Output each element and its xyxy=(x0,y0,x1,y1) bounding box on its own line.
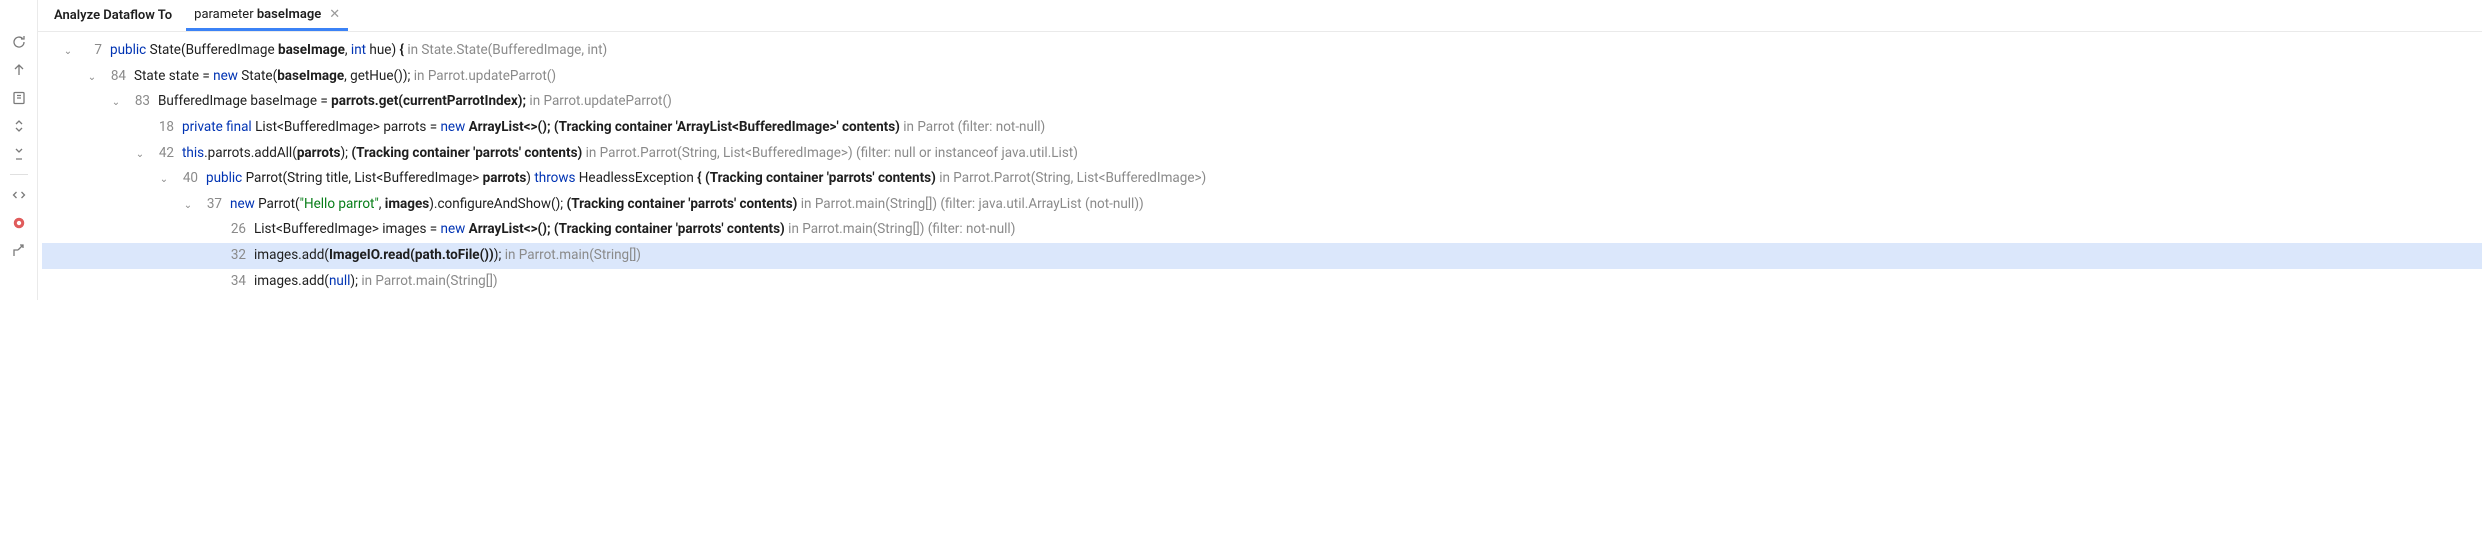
arrow-up-icon[interactable] xyxy=(9,60,29,80)
tab-label: parameter baseImage xyxy=(194,7,321,22)
dataflow-tree: ⌄7public State(BufferedImage baseImage, … xyxy=(38,32,2482,300)
code-line: List<BufferedImage> images = new ArrayLi… xyxy=(254,217,1015,243)
tree-row[interactable]: ⌄42 this.parrots.addAll(parrots); (Tracki… xyxy=(42,141,2482,167)
tree-row[interactable]: ⌄84 State state = new State(baseImage, ge… xyxy=(42,64,2482,90)
line-number: 7 xyxy=(76,38,102,64)
chevron-down-icon[interactable]: ⌄ xyxy=(84,68,100,87)
chevron-down-icon[interactable]: ⌄ xyxy=(180,196,196,215)
tree-row[interactable]: ⌄83 BufferedImage baseImage = parrots.get… xyxy=(42,89,2482,115)
tree-row[interactable]: ⌄32images.add(ImageIO.read(path.toFile()… xyxy=(42,243,2482,269)
tool-sidebar xyxy=(0,0,38,300)
tree-row[interactable]: ⌄37 new Parrot("Hello parrot", images).co… xyxy=(42,192,2482,218)
sidebar-divider xyxy=(10,174,28,175)
line-number: 18 xyxy=(148,115,174,141)
tree-row[interactable]: ⌄7 public State(BufferedImage baseImage, … xyxy=(42,38,2482,64)
export-icon[interactable] xyxy=(9,241,29,261)
tree-row[interactable]: ⌄18private final List<BufferedImage> par… xyxy=(42,115,2482,141)
code-line: BufferedImage baseImage = parrots.get(cu… xyxy=(158,89,672,115)
chevron-down-icon[interactable]: ⌄ xyxy=(132,145,148,164)
tree-row[interactable]: ⌄40 public Parrot(String title, List<Buff… xyxy=(42,166,2482,192)
chevron-down-icon[interactable]: ⌄ xyxy=(108,93,124,112)
code-line: public Parrot(String title, List<Buffere… xyxy=(206,166,1206,192)
chevron-down-icon[interactable]: ⌄ xyxy=(60,42,76,61)
code-line: images.add(null); in Parrot.main(String[… xyxy=(254,269,498,295)
tree-row[interactable]: ⌄34images.add(null); in Parrot.main(Stri… xyxy=(42,269,2482,295)
refresh-icon[interactable] xyxy=(9,32,29,52)
line-number: 40 xyxy=(172,166,198,192)
line-number: 42 xyxy=(148,141,174,167)
code-line: public State(BufferedImage baseImage, in… xyxy=(110,38,607,64)
line-number: 83 xyxy=(124,89,150,115)
main-panel: Analyze Dataflow To parameter baseImage … xyxy=(38,0,2482,300)
breakpoint-icon[interactable] xyxy=(9,213,29,233)
line-number: 37 xyxy=(196,192,222,218)
collapse-down-icon[interactable] xyxy=(9,144,29,164)
book-icon[interactable] xyxy=(9,88,29,108)
line-number: 84 xyxy=(100,64,126,90)
tree-row[interactable]: ⌄26List<BufferedImage> images = new Arra… xyxy=(42,217,2482,243)
code-line: private final List<BufferedImage> parrot… xyxy=(182,115,1045,141)
expand-up-down-icon[interactable] xyxy=(9,116,29,136)
chevron-down-icon[interactable]: ⌄ xyxy=(156,170,172,189)
tab-baseimage[interactable]: parameter baseImage ✕ xyxy=(186,0,348,31)
line-number: 34 xyxy=(220,269,246,295)
line-number: 26 xyxy=(220,217,246,243)
panel-title: Analyze Dataflow To xyxy=(50,8,176,23)
code-line: State state = new State(baseImage, getHu… xyxy=(134,64,556,90)
line-number: 32 xyxy=(220,243,246,269)
code-line: this.parrots.addAll(parrots); (Tracking … xyxy=(182,141,1078,167)
code-icon[interactable] xyxy=(9,185,29,205)
code-line: new Parrot("Hello parrot", images).confi… xyxy=(230,192,1144,218)
tab-bar: Analyze Dataflow To parameter baseImage … xyxy=(38,0,2482,32)
close-icon[interactable]: ✕ xyxy=(329,8,340,21)
code-line: images.add(ImageIO.read(path.toFile()));… xyxy=(254,243,641,269)
